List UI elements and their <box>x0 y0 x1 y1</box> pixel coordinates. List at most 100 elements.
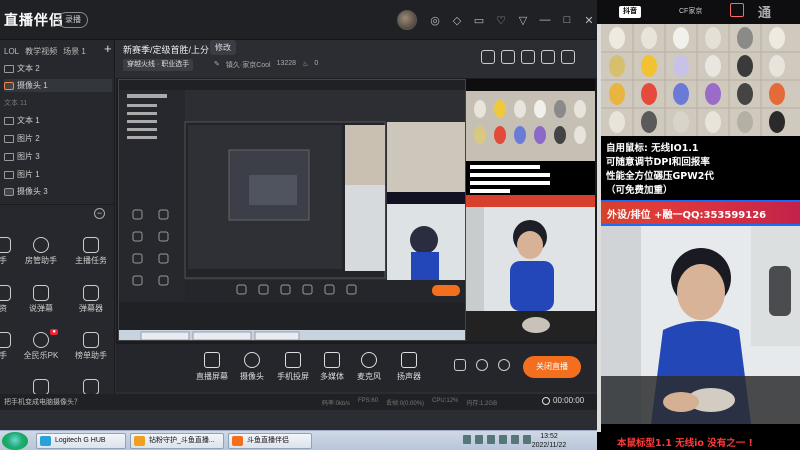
pk-icon <box>33 332 49 348</box>
media-icon <box>324 352 340 368</box>
tray-icon[interactable] <box>511 435 519 444</box>
hand-icon <box>0 237 11 253</box>
tool-label: 手 <box>0 351 7 360</box>
preview-eye-icon[interactable] <box>476 359 488 371</box>
preview-camera-graphic <box>466 79 595 341</box>
window-icon[interactable] <box>521 50 535 64</box>
rank-icon <box>83 332 99 348</box>
record-icon[interactable] <box>454 359 466 371</box>
tab-scene-1[interactable]: 场景 1 <box>63 46 86 57</box>
user-avatar[interactable] <box>397 10 417 30</box>
minimize-icon[interactable]: — <box>534 10 556 30</box>
source-group-label: 文本 11 <box>4 100 28 107</box>
tiktok-badge: 抖音 <box>619 6 641 18</box>
image-source-icon <box>4 134 14 143</box>
source-item[interactable]: 摄像头 1 <box>4 79 112 92</box>
streamer-webcam <box>601 226 800 424</box>
source-label: 摄像头 1 <box>17 81 48 90</box>
source-label: 图片 1 <box>17 170 40 179</box>
camera-source-icon <box>4 187 14 196</box>
tool-voice-danmaku[interactable]: 说弹幕 <box>16 285 66 314</box>
start-button[interactable] <box>2 432 28 450</box>
gift-icon[interactable]: ◇ <box>446 10 468 30</box>
gear-icon[interactable] <box>498 359 510 371</box>
system-clock[interactable]: 13:52 2022/11/22 <box>524 432 574 450</box>
camera-button[interactable]: 摄像头 <box>232 352 272 382</box>
tool-pk[interactable]: 全民乐PK ● <box>16 329 66 361</box>
tray-icon[interactable] <box>499 435 507 444</box>
tool-admin-helper[interactable]: 房管助手 <box>16 237 66 266</box>
tool-label: 手 <box>0 256 7 265</box>
mouse-display-shelf <box>601 24 800 136</box>
promo-banner: 自用鼠标: 无线IO1.1 可随意调节DPI和回报率 性能全方位碾压GPW2代 … <box>601 136 800 226</box>
media-button[interactable]: 多媒体 <box>312 352 352 382</box>
microphone-button[interactable]: 麦克风 <box>349 352 389 382</box>
source-item[interactable]: 文本 1 <box>4 114 40 127</box>
tray-icon[interactable] <box>463 435 471 444</box>
tool-label: 弹幕器 <box>79 304 103 313</box>
live-preview[interactable] <box>116 78 597 344</box>
tool-label: 榜单助手 <box>75 351 107 360</box>
tshirt-icon[interactable]: ♡ <box>490 10 512 30</box>
source-item[interactable]: 图片 2 <box>4 132 40 145</box>
browser-icon <box>134 436 145 446</box>
source-item[interactable]: 图片 1 <box>4 168 40 181</box>
maximize-icon[interactable]: □ <box>556 10 578 30</box>
task-icon <box>83 237 99 253</box>
record-badge[interactable]: 录播 <box>58 12 88 28</box>
settings-icon[interactable]: ▽ <box>512 10 534 30</box>
pencil-icon[interactable]: ✎ <box>214 60 220 70</box>
tool-danmaku[interactable]: 弹幕器 <box>66 285 116 314</box>
taskbar-item-browser[interactable]: 钻粉守护_斗鱼直播... <box>130 433 224 449</box>
tab-tutorial[interactable]: 教学视频 <box>25 46 57 57</box>
phone-camera-tip[interactable]: 把手机变成电脑摄像头？ <box>4 397 81 407</box>
edit-title-button[interactable]: 修改 <box>210 40 236 55</box>
text-source-icon <box>4 64 14 73</box>
source-item[interactable]: 文本 2 <box>4 62 40 75</box>
cf-tag: CF家京 <box>679 8 703 15</box>
overlay-topbar: 抖音 CF家京 通 <box>597 0 800 24</box>
tool-label: 房管助手 <box>25 256 57 265</box>
misc-icon <box>33 379 49 395</box>
tool-anchor-task[interactable]: 主播任务 <box>66 237 116 266</box>
tray-icon[interactable] <box>475 435 483 444</box>
lock-icon[interactable] <box>501 50 515 64</box>
message-icon[interactable]: ▭ <box>468 10 490 30</box>
tab-lol[interactable]: LOL <box>4 47 19 56</box>
phone-cast-button[interactable]: 手机投屏 <box>273 352 313 382</box>
collapse-icon[interactable]: − <box>94 208 105 219</box>
scene-panel: LOL 教学视频 场景 1 + 文本 2 摄像头 1 文本 11 文本 1 图片… <box>0 40 115 406</box>
ctl-label: 扬声器 <box>397 372 421 381</box>
bitrate: 码率:0kb/s <box>322 401 351 407</box>
ctl-label: 摄像头 <box>240 372 264 381</box>
screen-capture-button[interactable]: 直播屏幕 <box>192 352 232 382</box>
fps: FPS:60 <box>358 398 379 404</box>
stream-title: 新赛季/定级首胜/上分 <box>123 45 210 55</box>
add-scene-button[interactable]: + <box>104 41 112 56</box>
promo-contact-bar: 外设/排位 +融一QQ:353599126 <box>601 200 800 226</box>
stop-live-button[interactable]: 关闭直播 <box>523 356 581 378</box>
asset-icon <box>0 285 11 301</box>
taskbar-item-logitech[interactable]: Logitech G HUB <box>36 433 126 449</box>
source-label: 文本 1 <box>17 116 40 125</box>
windows-taskbar: Logitech G HUB 钻粉守护_斗鱼直播... 斗鱼直播伴侣 13:52… <box>0 430 597 450</box>
briefcase-icon[interactable] <box>541 50 555 64</box>
category-tag[interactable]: 穿越火线 · 职业选手 <box>123 59 194 71</box>
speaker-icon <box>401 352 417 368</box>
source-item[interactable]: 摄像头 3 <box>4 185 48 198</box>
close-icon[interactable]: ✕ <box>578 10 597 30</box>
promo-contact-text: 外设/排位 +融一QQ:353599126 <box>607 210 767 221</box>
taskbar-item-douyu[interactable]: 斗鱼直播伴侣 <box>228 433 312 449</box>
tray-icon[interactable] <box>487 435 495 444</box>
ctl-label: 麦克风 <box>357 372 381 381</box>
tool-label: 主播任务 <box>75 256 107 265</box>
preview-recursion-graphic <box>119 80 465 340</box>
share-icon[interactable] <box>561 50 575 64</box>
promo-line-1: 自用鼠标: 无线IO1.1 <box>606 143 699 154</box>
speaker-button[interactable]: 扬声器 <box>389 352 429 382</box>
tool-rank[interactable]: 榜单助手 <box>66 332 116 361</box>
store-icon[interactable] <box>481 50 495 64</box>
headset-icon[interactable]: ◎ <box>424 10 446 30</box>
tool-label: 全民乐PK <box>23 351 59 360</box>
source-item[interactable]: 图片 3 <box>4 150 40 163</box>
